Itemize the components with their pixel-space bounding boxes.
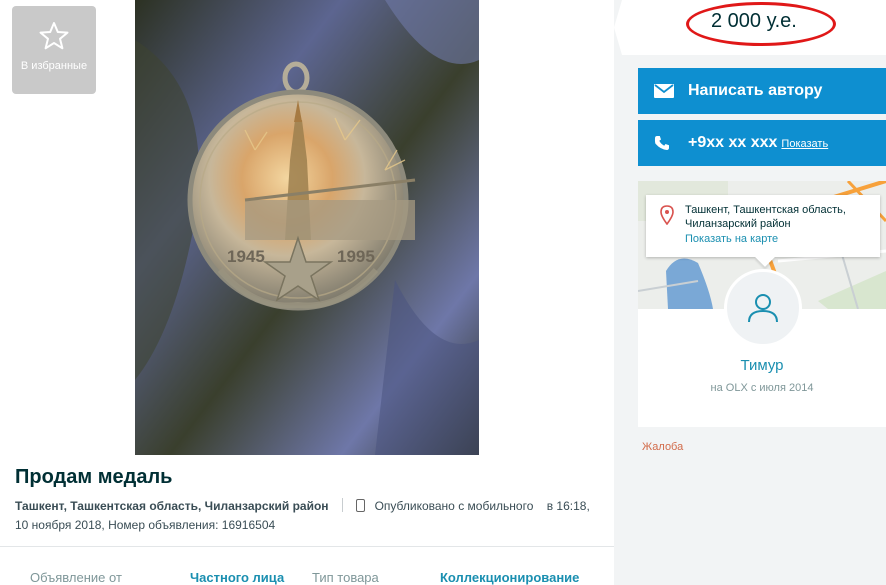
listing-photo[interactable]: 1945 1995 <box>135 0 479 455</box>
show-phone-button[interactable]: +9xx xx xxx Показать <box>638 120 886 166</box>
listing-location: Ташкент, Ташкентская область, Чиланзарск… <box>15 499 329 513</box>
show-on-map-link[interactable]: Показать на карте <box>685 233 778 245</box>
listing-meta: Ташкент, Ташкентская область, Чиланзарск… <box>15 497 605 535</box>
phone-handset-icon <box>654 136 669 150</box>
phone-number-masked: +9xx xx xxx <box>688 134 778 151</box>
report-link[interactable]: Жалоба <box>642 441 683 453</box>
mobile-phone-icon <box>356 499 366 512</box>
seller-since: на OLX с июля 2014 <box>710 382 814 394</box>
param-type-value[interactable]: Коллекционирование <box>440 570 579 585</box>
favorites-label: В избранные <box>20 60 88 72</box>
section-divider <box>0 546 614 547</box>
seller-avatar[interactable] <box>724 269 802 347</box>
location-popup: Ташкент, Ташкентская область, Чиланзарск… <box>646 195 880 257</box>
param-offered-by-value[interactable]: Частного лица <box>190 570 284 585</box>
map-pin-icon <box>660 205 674 225</box>
star-outline-icon <box>39 22 69 50</box>
medal-year-right: 1995 <box>337 247 375 266</box>
listing-card: В избранные 1945 1995 Продам медаль Ташк… <box>0 0 614 585</box>
medal-year-left: 1945 <box>227 247 265 266</box>
show-phone-link[interactable]: Показать <box>781 138 828 150</box>
location-address: Ташкент, Ташкентская область, Чиланзарск… <box>685 204 846 230</box>
published-date-and-id: 10 ноября 2018, Номер объявления: 169165… <box>15 518 276 532</box>
write-author-label: Написать автору <box>688 82 823 99</box>
add-to-favorites-button[interactable]: В избранные <box>12 6 96 94</box>
param-offered-by-key: Объявление от <box>30 570 122 585</box>
seller-card: Ташкент, Ташкентская область, Чиланзарск… <box>638 181 886 427</box>
published-from: Опубликовано с мобильного <box>374 499 534 513</box>
user-icon <box>748 294 778 323</box>
published-time: в 16:18, <box>546 499 590 513</box>
meta-divider <box>341 498 343 512</box>
param-type-key: Тип товара <box>312 570 379 585</box>
medal-photo-image: 1945 1995 <box>135 0 479 455</box>
listing-title: Продам медаль <box>15 466 173 488</box>
seller-name-link[interactable]: Тимур <box>638 357 886 374</box>
price-highlight-ring <box>686 2 836 46</box>
write-author-button[interactable]: Написать автору <box>638 68 886 114</box>
envelope-icon <box>654 84 674 98</box>
